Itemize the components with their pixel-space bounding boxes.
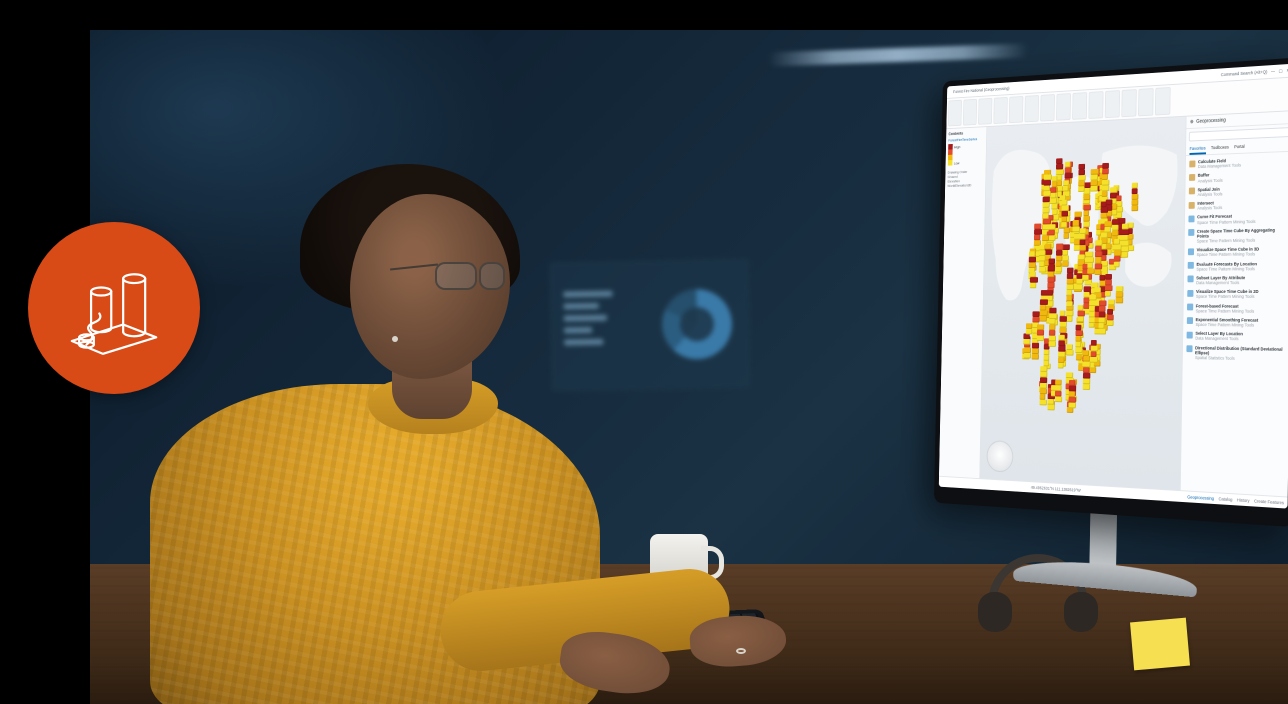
ribbon-tool[interactable]	[963, 99, 977, 126]
gp-tool-item[interactable]: Visualize Space Time Cube in 2DSpace Tim…	[1186, 287, 1287, 301]
command-search[interactable]: Command Search (Alt+Q)	[1221, 69, 1267, 77]
ribbon-tool[interactable]	[1155, 87, 1171, 115]
status-tab[interactable]: Geoprocessing	[1187, 494, 1214, 501]
glasses-icon	[435, 262, 521, 292]
ribbon-tool[interactable]	[1056, 93, 1071, 121]
ribbon-tool[interactable]	[948, 100, 962, 127]
tool-icon	[1188, 229, 1194, 236]
window-max-icon[interactable]: ▢	[1279, 68, 1283, 74]
navigator-3d[interactable]	[986, 440, 1013, 473]
ribbon-tool[interactable]	[1138, 88, 1154, 116]
ribbon-tool[interactable]	[978, 98, 992, 125]
scene-view[interactable]	[980, 117, 1186, 490]
tool-icon	[1187, 290, 1193, 297]
tool-icon	[1188, 248, 1194, 255]
tool-icon	[1187, 304, 1193, 311]
tool-icon	[1188, 262, 1194, 269]
ceiling-light	[768, 43, 1028, 66]
ribbon-tool[interactable]	[993, 97, 1007, 124]
ribbon-tool[interactable]	[1121, 89, 1137, 117]
status-tab[interactable]: Create Features	[1254, 499, 1284, 506]
back-icon[interactable]: ⊕	[1190, 119, 1194, 125]
gp-tab[interactable]: Toolboxes	[1211, 143, 1229, 154]
tool-icon	[1189, 202, 1195, 209]
tool-icon	[1189, 188, 1195, 195]
ribbon-tool[interactable]	[1072, 92, 1087, 120]
geoprocessing-pane[interactable]: ⊕ Geoprocessing Favorites Toolboxes Portal…	[1180, 111, 1288, 496]
tool-icon	[1189, 174, 1195, 181]
tool-icon	[1187, 331, 1193, 338]
3d-map-cylinders-icon	[59, 253, 169, 363]
gp-tool-item[interactable]: Create Space Time Cube By Aggregating Po…	[1187, 225, 1288, 246]
tool-icon	[1186, 345, 1192, 352]
gp-tab[interactable]: Favorites	[1189, 144, 1205, 155]
gp-tool-item[interactable]: Exponential Smoothing ForecastSpace Time…	[1186, 315, 1287, 330]
tool-icon	[1189, 160, 1195, 167]
tool-icon	[1187, 318, 1193, 325]
gp-tool-item[interactable]: Directional Distribution (Standard Devia…	[1185, 343, 1287, 364]
sticky-note	[1130, 618, 1190, 671]
active-layer[interactable]: ForestFireTimeSeries	[948, 136, 984, 142]
contents-item[interactable]: WorldElevation3D	[947, 182, 983, 188]
gis-application-window: Forest Fire National (Geoprocessing) Com…	[939, 64, 1288, 509]
gp-tool-item[interactable]: Visualize Space Time Cube in 3DSpace Tim…	[1187, 244, 1288, 259]
person	[130, 154, 600, 704]
gp-title: Geoprocessing	[1196, 118, 1226, 125]
product-badge	[28, 222, 200, 394]
tool-search[interactable]	[1189, 127, 1288, 141]
gp-tool-item[interactable]: Evaluate Forecasts By LocationSpace Time…	[1187, 259, 1288, 274]
tool-icon	[1188, 215, 1194, 222]
space-time-cube-viz	[1000, 147, 1164, 436]
ribbon-tool[interactable]	[1009, 96, 1024, 123]
gp-tool-item[interactable]: Subset Layer By AttributeData Management…	[1187, 273, 1288, 287]
ribbon-tool[interactable]	[1105, 90, 1120, 118]
contents-header: Contents	[948, 130, 984, 136]
status-tab[interactable]: History	[1237, 497, 1250, 503]
tool-icon	[1187, 276, 1193, 283]
status-tab[interactable]: Catalog	[1218, 496, 1232, 502]
legend-entry: Low	[948, 159, 984, 166]
desktop-monitor: Forest Fire National (Geoprocessing) Com…	[934, 57, 1288, 527]
gp-tab[interactable]: Portal	[1234, 142, 1245, 153]
project-title: Forest Fire National (Geoprocessing)	[953, 86, 1009, 94]
ribbon-tool[interactable]	[1040, 94, 1055, 121]
window-min-icon[interactable]: —	[1271, 69, 1275, 74]
contents-pane[interactable]: Contents ForestFireTimeSeries HighLow Dr…	[939, 127, 987, 478]
gp-tool-item[interactable]: Forest-based ForecastSpace Time Pattern …	[1186, 301, 1287, 316]
ribbon-tool[interactable]	[1088, 91, 1103, 119]
hero-photo: Forest Fire National (Geoprocessing) Com…	[90, 30, 1288, 704]
ribbon-tool[interactable]	[1024, 95, 1039, 122]
